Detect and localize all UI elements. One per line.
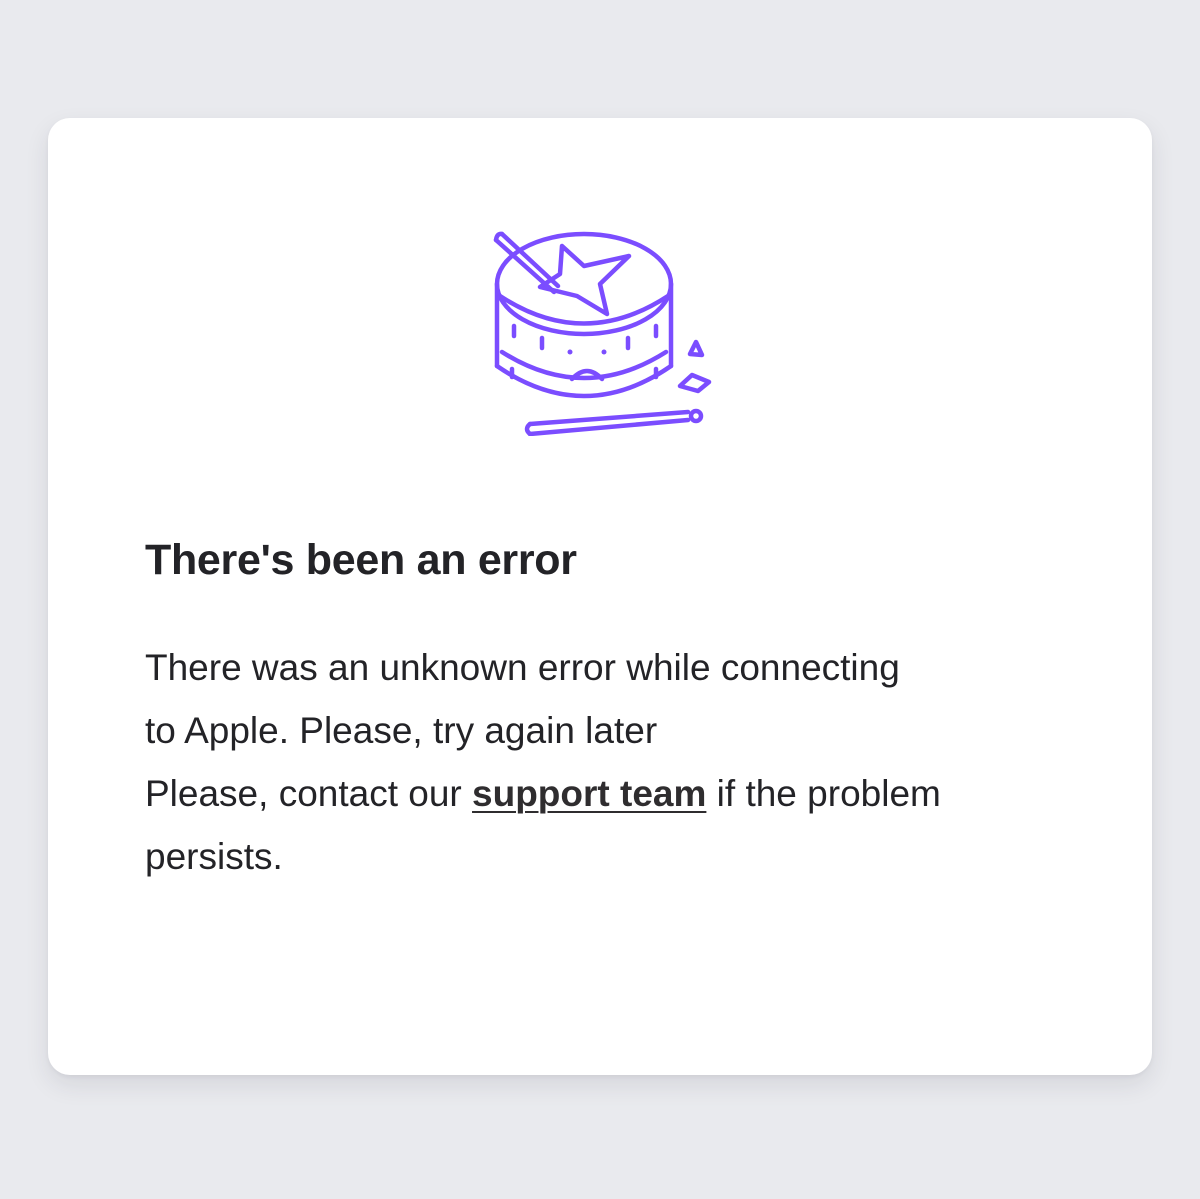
sad-broken-drum-icon [492, 226, 712, 436]
contact-support-text: Please, contact our support team if the … [145, 762, 1105, 825]
support-team-link[interactable]: support team [472, 773, 706, 814]
error-title: There's been an error [145, 536, 577, 584]
error-message-line: to Apple. Please, try again later [145, 710, 658, 751]
error-message: There was an unknown error while connect… [145, 636, 1105, 888]
contact-prefix: Please, contact our [145, 773, 473, 814]
error-message-line: There was an unknown error while connect… [145, 647, 900, 688]
error-card: There's been an error There was an unkno… [48, 118, 1152, 1075]
contact-suffix-continued: persists. [145, 836, 283, 877]
contact-suffix: if the problem [706, 773, 941, 814]
